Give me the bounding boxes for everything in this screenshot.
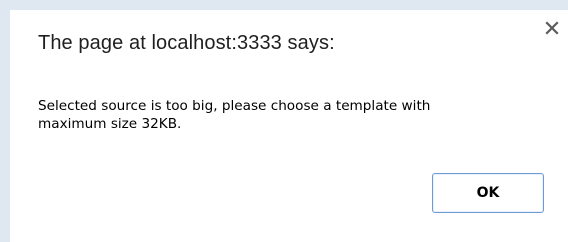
- ok-button[interactable]: OK: [432, 173, 544, 213]
- close-button[interactable]: [538, 14, 566, 42]
- dialog-message: Selected source is too big, please choos…: [38, 98, 431, 133]
- alert-dialog: The page at localhost:3333 says: Selecte…: [10, 10, 568, 242]
- dialog-title: The page at localhost:3333 says:: [38, 32, 335, 54]
- close-icon: [545, 21, 559, 35]
